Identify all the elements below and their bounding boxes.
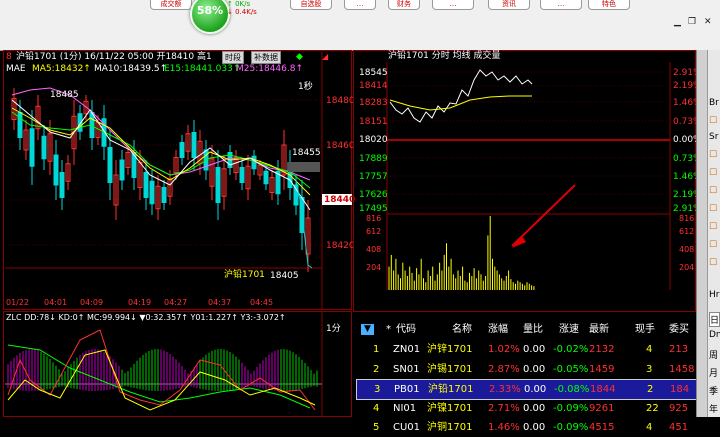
cell-code: SN01 — [393, 363, 420, 375]
cell-last: 1459 — [589, 363, 615, 375]
right-sidebar: Br ☐ Sr ☐ ☐ ☐ ☐ ☐ ☐ ☐ Hr 日 Dn 周 月 季 年 — [696, 50, 720, 417]
vol-tick-2: 612 — [366, 227, 382, 236]
vol-tick-1: 816 — [366, 214, 382, 223]
vol-tick-3: 408 — [366, 245, 382, 254]
ts-price-7: 17757 — [359, 172, 388, 182]
sidebar-icon-6[interactable]: ☐ — [709, 222, 717, 232]
cell-bid: 925 — [669, 402, 689, 414]
cell-hand: 4 — [646, 422, 653, 433]
cell-vr: 0.00 — [523, 344, 546, 355]
sidebar-icon-2[interactable]: ☐ — [709, 150, 717, 160]
cell-code: CU01 — [393, 422, 421, 433]
cell-last: 4515 — [589, 422, 615, 433]
sidebar-item-month[interactable]: 月 — [709, 366, 718, 379]
cell-no: 2 — [373, 363, 380, 375]
cell-spd: -0.09% — [553, 422, 589, 433]
ts-price-2: 18414 — [359, 81, 388, 91]
cell-chg: 2.33% — [489, 384, 521, 395]
header-bid[interactable]: 委买 — [669, 324, 689, 335]
sidebar-item-dn[interactable]: Dn — [709, 330, 720, 340]
sidebar-scrollbar[interactable] — [697, 50, 708, 417]
cell-vr: 0.00 — [524, 384, 547, 395]
cell-no: 1 — [373, 344, 380, 355]
cell-no: 3 — [374, 384, 381, 395]
sidebar-icon-3[interactable]: ☐ — [709, 168, 717, 178]
sidebar-item-year[interactable]: 年 — [709, 402, 718, 415]
ts-price-3: 18283 — [359, 98, 388, 108]
cell-name: 沪锡1701 — [427, 363, 473, 375]
table-row[interactable]: 4 NI01 沪镍1701 2.71% 0.00 -0.09% 9261 22 925 — [356, 399, 695, 418]
sort-dropdown[interactable]: ▼ — [361, 324, 374, 335]
header-hand[interactable]: 现手 — [635, 324, 655, 335]
cell-bid: 451 — [669, 422, 689, 433]
cell-last: 1844 — [590, 384, 616, 395]
header-speed[interactable]: 涨速 — [559, 324, 579, 335]
cell-no: 5 — [373, 422, 380, 433]
cell-bid: 1458 — [669, 363, 695, 375]
ts-price-8: 17626 — [359, 190, 388, 200]
vol-tick-r3: 408 — [679, 245, 695, 254]
cell-code: NI01 — [393, 402, 417, 414]
quote-table[interactable]: ▼ * 代码 名称 涨幅 量比 涨速 最新 现手 委买 1 ZN01 沪锌1701 1… — [356, 319, 697, 433]
cell-vr: 0.00 — [523, 422, 546, 433]
sidebar-icon-7[interactable]: ☐ — [709, 240, 717, 250]
table-row[interactable]: 2 SN01 沪锡1701 2.87% 0.00 -0.05% 1459 3 1458 — [356, 360, 695, 379]
cell-hand: 2 — [647, 384, 654, 395]
header-star[interactable]: * — [386, 324, 391, 335]
ts-price-1: 18545 — [359, 68, 388, 78]
table-row[interactable]: 1 ZN01 沪锌1701 1.02% 0.00 -0.02% 2132 4 213 — [356, 340, 695, 359]
cell-bid: 213 — [669, 344, 689, 355]
cell-chg: 2.87% — [488, 363, 520, 375]
cell-vr: 0.00 — [523, 363, 546, 375]
sidebar-item-3[interactable]: Sr — [709, 132, 718, 142]
sidebar-icon-5[interactable]: ☐ — [709, 204, 717, 214]
cell-hand: 22 — [646, 402, 659, 414]
vol-tick-r4: 204 — [679, 263, 695, 272]
cell-chg: 1.46% — [488, 422, 520, 433]
ts-price-4: 18151 — [359, 117, 388, 127]
vol-tick-4: 204 — [366, 263, 382, 272]
ts-price-6: 17889 — [359, 154, 388, 164]
sidebar-item-1[interactable]: Br — [709, 98, 719, 108]
sidebar-item-week[interactable]: 周 — [709, 348, 718, 361]
header-code[interactable]: 代码 — [396, 324, 416, 335]
header-name[interactable]: 名称 — [452, 324, 472, 335]
vol-tick-r1: 816 — [679, 214, 695, 223]
cell-vr: 0.00 — [523, 402, 546, 414]
sidebar-icon-8[interactable]: ☐ — [709, 258, 717, 268]
cell-spd: -0.09% — [553, 402, 589, 414]
vol-tick-r2: 612 — [679, 227, 695, 236]
cell-spd: -0.08% — [554, 384, 590, 395]
cell-last: 2132 — [589, 344, 615, 355]
cell-last: 9261 — [589, 402, 615, 414]
cell-spd: -0.02% — [553, 344, 589, 355]
cell-name: 沪镍1701 — [427, 402, 473, 414]
sidebar-item-season[interactable]: 季 — [709, 384, 718, 397]
header-last[interactable]: 最新 — [589, 324, 609, 335]
cell-hand: 3 — [646, 363, 653, 375]
sidebar-icon-4[interactable]: ☐ — [709, 186, 717, 196]
cell-name: 沪铜1701 — [427, 422, 473, 433]
table-row[interactable]: 5 CU01 沪铜1701 1.46% 0.00 -0.09% 4515 4 451 — [356, 418, 695, 437]
header-change[interactable]: 涨幅 — [488, 324, 508, 335]
sidebar-item-hr[interactable]: Hr — [709, 290, 719, 300]
sidebar-item-day[interactable]: 日 — [709, 312, 720, 327]
cell-no: 4 — [373, 402, 380, 414]
cell-spd: -0.05% — [553, 363, 589, 375]
cell-hand: 4 — [646, 344, 653, 355]
header-volume-ratio[interactable]: 量比 — [523, 324, 543, 335]
sidebar-icon-1[interactable]: ☐ — [709, 116, 717, 126]
cell-bid: 184 — [670, 384, 690, 395]
cell-chg: 1.02% — [488, 344, 520, 355]
cell-code: ZN01 — [393, 344, 421, 355]
cell-name: 沪锌1701 — [427, 344, 473, 355]
ts-price-9: 17495 — [359, 204, 388, 214]
ts-price-5: 18020 — [359, 135, 388, 145]
cell-code: PB01 — [394, 384, 420, 395]
cell-chg: 2.71% — [488, 402, 520, 414]
cell-name: 沪铅1701 — [428, 384, 474, 395]
table-row[interactable]: 3 PB01 沪铅1701 2.33% 0.00 -0.08% 1844 2 184 — [356, 379, 697, 400]
table-header: ▼ * 代码 名称 涨幅 量比 涨速 最新 现手 委买 — [356, 319, 695, 340]
